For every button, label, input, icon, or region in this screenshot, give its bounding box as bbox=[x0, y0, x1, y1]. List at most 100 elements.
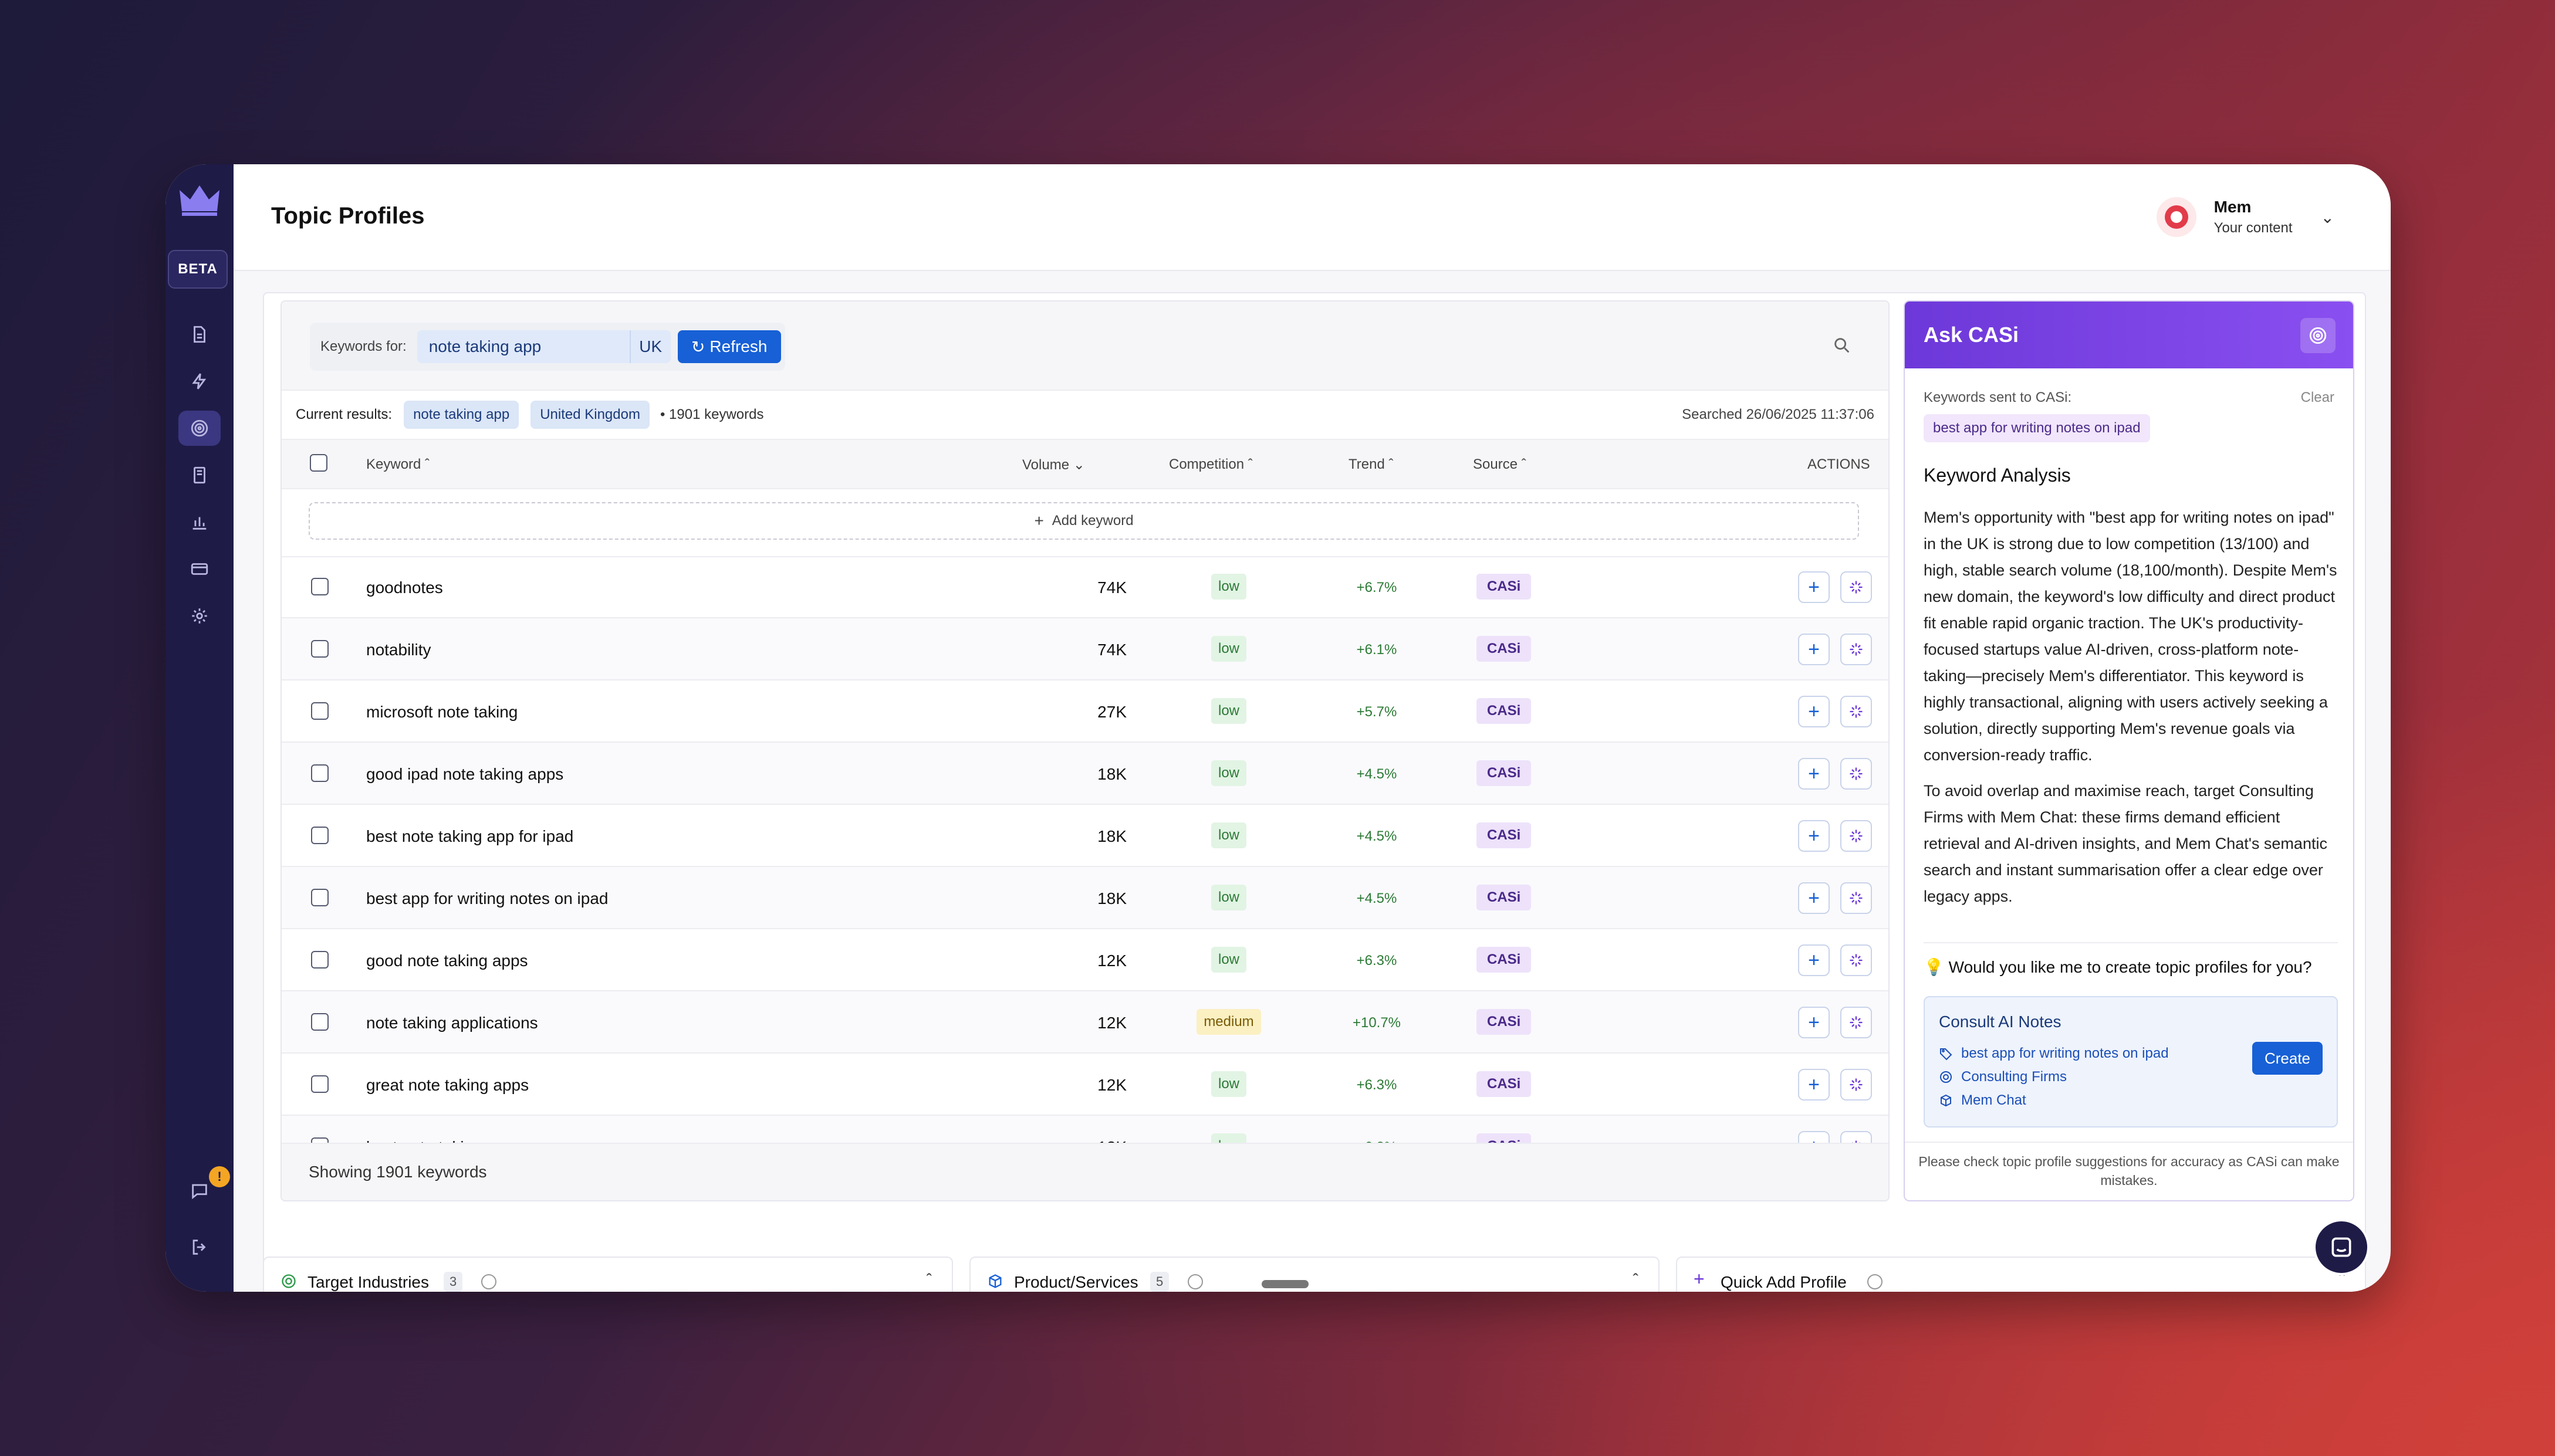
create-profile-button[interactable]: Create bbox=[2252, 1042, 2323, 1075]
credit-card-icon[interactable] bbox=[178, 551, 221, 587]
sparkle-icon[interactable] bbox=[1840, 696, 1872, 727]
trend-cell: +6.3% bbox=[1356, 953, 1397, 969]
add-keyword-icon[interactable]: + bbox=[1798, 571, 1830, 603]
row-checkbox[interactable] bbox=[311, 764, 329, 782]
sparkle-icon[interactable] bbox=[1840, 1007, 1872, 1038]
info-icon[interactable] bbox=[1867, 1274, 1883, 1289]
row-checkbox[interactable] bbox=[311, 578, 329, 595]
add-keyword-icon[interactable]: + bbox=[1798, 944, 1830, 976]
keywords-panel: Keywords for: UK ↻ Refresh Current resul… bbox=[280, 300, 1890, 1201]
sparkle-icon[interactable] bbox=[1840, 571, 1872, 603]
row-checkbox[interactable] bbox=[311, 951, 329, 969]
account-switcher[interactable]: Mem Your content ⌄ bbox=[2156, 192, 2334, 242]
ask-casi-panel: Ask CASi Keywords sent to CASi: Clear be… bbox=[1904, 300, 2354, 1201]
account-name: Mem bbox=[2213, 198, 2252, 216]
sidebar: BETA ! bbox=[165, 164, 234, 1292]
column-volume[interactable]: Volume ⌄ bbox=[1022, 456, 1085, 473]
drag-handle[interactable] bbox=[1262, 1280, 1309, 1288]
add-keyword-button[interactable]: + Add keyword bbox=[309, 502, 1859, 540]
row-checkbox[interactable] bbox=[311, 889, 329, 906]
row-checkbox[interactable] bbox=[311, 1137, 329, 1143]
sparkle-icon[interactable] bbox=[1840, 758, 1872, 790]
row-checkbox[interactable] bbox=[311, 702, 329, 720]
book-icon[interactable] bbox=[178, 458, 221, 493]
table-row[interactable]: microsoft note taking 27K low +5.7% CASi + bbox=[282, 680, 1888, 743]
add-keyword-icon[interactable]: + bbox=[1798, 758, 1830, 790]
add-keyword-icon[interactable]: + bbox=[1798, 634, 1830, 665]
crown-logo-icon[interactable] bbox=[177, 182, 222, 217]
sparkle-icon[interactable] bbox=[1840, 882, 1872, 914]
info-icon[interactable] bbox=[481, 1274, 496, 1289]
gear-icon[interactable] bbox=[178, 598, 221, 634]
table-row[interactable]: best note taking apps12Klow+6.3%CASi+ bbox=[282, 1116, 1888, 1143]
volume-cell: 74K bbox=[1097, 578, 1127, 597]
source-cell: CASi bbox=[1476, 822, 1532, 848]
row-checkbox[interactable] bbox=[311, 1075, 329, 1093]
sparkle-icon[interactable] bbox=[1840, 944, 1872, 976]
table-row[interactable]: best note taking app for ipad 18K low +4.5%… bbox=[282, 805, 1888, 867]
table-row[interactable]: best app for writing notes on ipad 18K low… bbox=[282, 867, 1888, 929]
keywords-header: Keywords for: UK ↻ Refresh bbox=[282, 302, 1888, 391]
cube-icon bbox=[1941, 1094, 1951, 1107]
keyword-query-input[interactable] bbox=[417, 330, 630, 363]
app-window: BETA ! Topic Profiles Mem Your content ⌄… bbox=[165, 164, 2391, 1292]
trend-cell: +4.5% bbox=[1356, 766, 1397, 782]
chevron-up-icon[interactable]: ˆ bbox=[927, 1271, 932, 1289]
volume-cell: 74K bbox=[1097, 641, 1127, 659]
select-all-checkbox[interactable] bbox=[310, 454, 327, 472]
sparkle-icon[interactable] bbox=[1840, 634, 1872, 665]
volume-cell: 12K bbox=[1097, 1014, 1127, 1032]
table-row[interactable]: goodnotes 74K low +6.7% CASi + bbox=[282, 556, 1888, 618]
document-icon[interactable] bbox=[178, 317, 221, 352]
competition-badge: low bbox=[1211, 822, 1246, 848]
column-keyword[interactable]: Keyword ˆ bbox=[366, 456, 430, 473]
product-services-card[interactable]: Product/Services 5 ˆ bbox=[969, 1257, 1660, 1292]
source-badge: CASi bbox=[1476, 574, 1532, 600]
column-competition[interactable]: Competition ˆ bbox=[1169, 456, 1253, 473]
row-checkbox[interactable] bbox=[311, 640, 329, 658]
add-keyword-icon[interactable]: + bbox=[1798, 1131, 1830, 1143]
quick-add-profile-card[interactable]: + Quick Add Profile ˆ bbox=[1676, 1257, 2366, 1292]
column-trend[interactable]: Trend ˆ bbox=[1349, 456, 1393, 473]
refresh-button[interactable]: ↻ Refresh bbox=[677, 330, 781, 363]
add-keyword-icon[interactable]: + bbox=[1798, 1007, 1830, 1038]
volume-cell: 18K bbox=[1097, 765, 1127, 783]
add-keyword-icon[interactable]: + bbox=[1798, 882, 1830, 914]
table-row[interactable]: great note taking apps 12K low +6.3% CASi + bbox=[282, 1054, 1888, 1116]
bar-chart-icon[interactable] bbox=[178, 504, 221, 540]
search-icon[interactable] bbox=[1832, 336, 1852, 355]
keyword-cell: best note taking apps bbox=[366, 1138, 522, 1143]
add-keyword-icon[interactable]: + bbox=[1798, 820, 1830, 852]
target-industries-card[interactable]: Target Industries 3 ˆ bbox=[263, 1257, 953, 1292]
messages-icon[interactable]: ! bbox=[178, 1166, 230, 1208]
logout-icon[interactable] bbox=[178, 1230, 221, 1265]
row-checkbox[interactable] bbox=[311, 1013, 329, 1031]
column-source[interactable]: Source ˆ bbox=[1473, 456, 1526, 473]
table-row[interactable]: good note taking apps 12K low +6.3% CASi + bbox=[282, 929, 1888, 991]
beta-badge: BETA bbox=[168, 250, 228, 289]
target-icon[interactable] bbox=[2300, 318, 2336, 353]
lightning-icon[interactable] bbox=[178, 364, 221, 399]
add-keyword-icon[interactable]: + bbox=[1798, 1069, 1830, 1101]
add-keyword-icon[interactable]: + bbox=[1798, 696, 1830, 727]
sparkle-icon[interactable] bbox=[1840, 1131, 1872, 1143]
source-cell: CASi bbox=[1476, 760, 1532, 786]
location-select[interactable]: UK bbox=[629, 330, 671, 363]
chevron-up-icon[interactable]: ˆ bbox=[1633, 1271, 1638, 1289]
table-row[interactable]: notability 74K low +6.1% CASi + bbox=[282, 618, 1888, 680]
row-checkbox[interactable] bbox=[311, 827, 329, 844]
current-results-bar: Current results: note taking app United … bbox=[282, 391, 1888, 439]
clear-button[interactable]: Clear bbox=[2301, 390, 2334, 406]
info-icon[interactable] bbox=[1188, 1274, 1203, 1289]
plus-icon: + bbox=[1694, 1268, 1705, 1289]
table-header: Keyword ˆ Volume ⌄ Competition ˆ Trend ˆ… bbox=[282, 439, 1888, 489]
source-badge: CASi bbox=[1476, 822, 1532, 848]
table-row[interactable]: note taking applications 12K medium +10.7% C… bbox=[282, 991, 1888, 1054]
sparkle-icon[interactable] bbox=[1840, 820, 1872, 852]
chat-button[interactable] bbox=[2313, 1219, 2370, 1275]
target-icon[interactable] bbox=[178, 411, 221, 446]
sparkle-icon[interactable] bbox=[1840, 1069, 1872, 1101]
competition-cell: low bbox=[1194, 698, 1264, 724]
chevron-down-icon[interactable]: ⌄ bbox=[2321, 208, 2334, 227]
table-row[interactable]: good ipad note taking apps 18K low +4.5% CAS… bbox=[282, 743, 1888, 805]
